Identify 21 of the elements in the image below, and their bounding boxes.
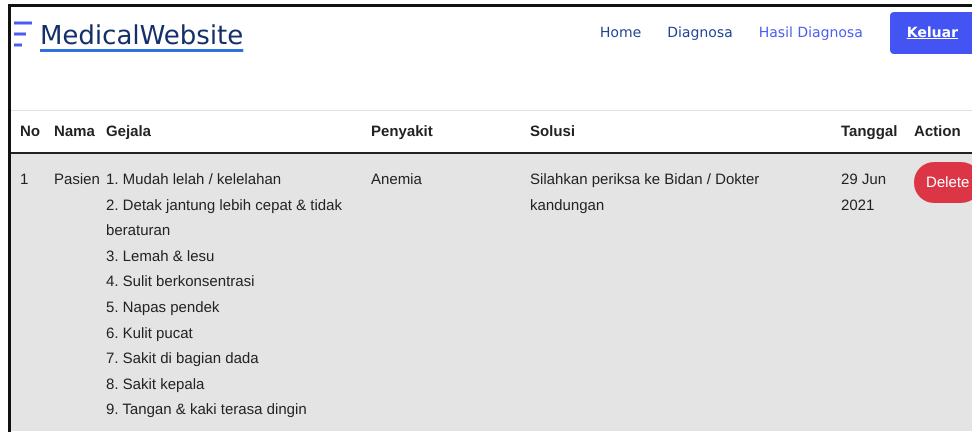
delete-button[interactable]: Delete (914, 162, 972, 203)
table-cell: 29 Jun 2021 (832, 153, 905, 431)
menu-icon (14, 21, 34, 47)
symptom-item: 2. Detak jantung lebih cepat & tidak beraturan (106, 196, 343, 242)
symptom-item: 4. Sulit berkonsentrasi (106, 272, 256, 292)
table-cell: Pasien (45, 153, 97, 431)
symptom-item: 3. Lemah & lesu (106, 246, 216, 267)
nav-link[interactable]: Diagnosa (654, 12, 746, 54)
symptom-item: 6. Kulit pucat (106, 324, 194, 344)
symptom-item: 5. Napas pendek (106, 298, 220, 318)
site-title-link[interactable]: MedicalWebsite (40, 21, 244, 51)
nav-link[interactable]: Home (586, 12, 654, 54)
symptom-item: 7. Sakit di bagian dada (106, 349, 260, 370)
table-cell: Silahkan periksa ke Bidan / Dokter kandungan (521, 153, 832, 431)
symptom-item: 9. Tangan & kaki terasa dingin (106, 400, 308, 420)
nav-link[interactable]: Hasil Diagnosa (746, 12, 876, 54)
symptom-item: 8. Sakit kepala (106, 374, 206, 395)
logout-button[interactable]: Keluar (890, 12, 972, 54)
table-cell: Anemia (362, 153, 521, 431)
symptom-item: 1. Mudah lelah / kelelahan (106, 170, 282, 190)
table-cell: 1 (11, 153, 45, 431)
